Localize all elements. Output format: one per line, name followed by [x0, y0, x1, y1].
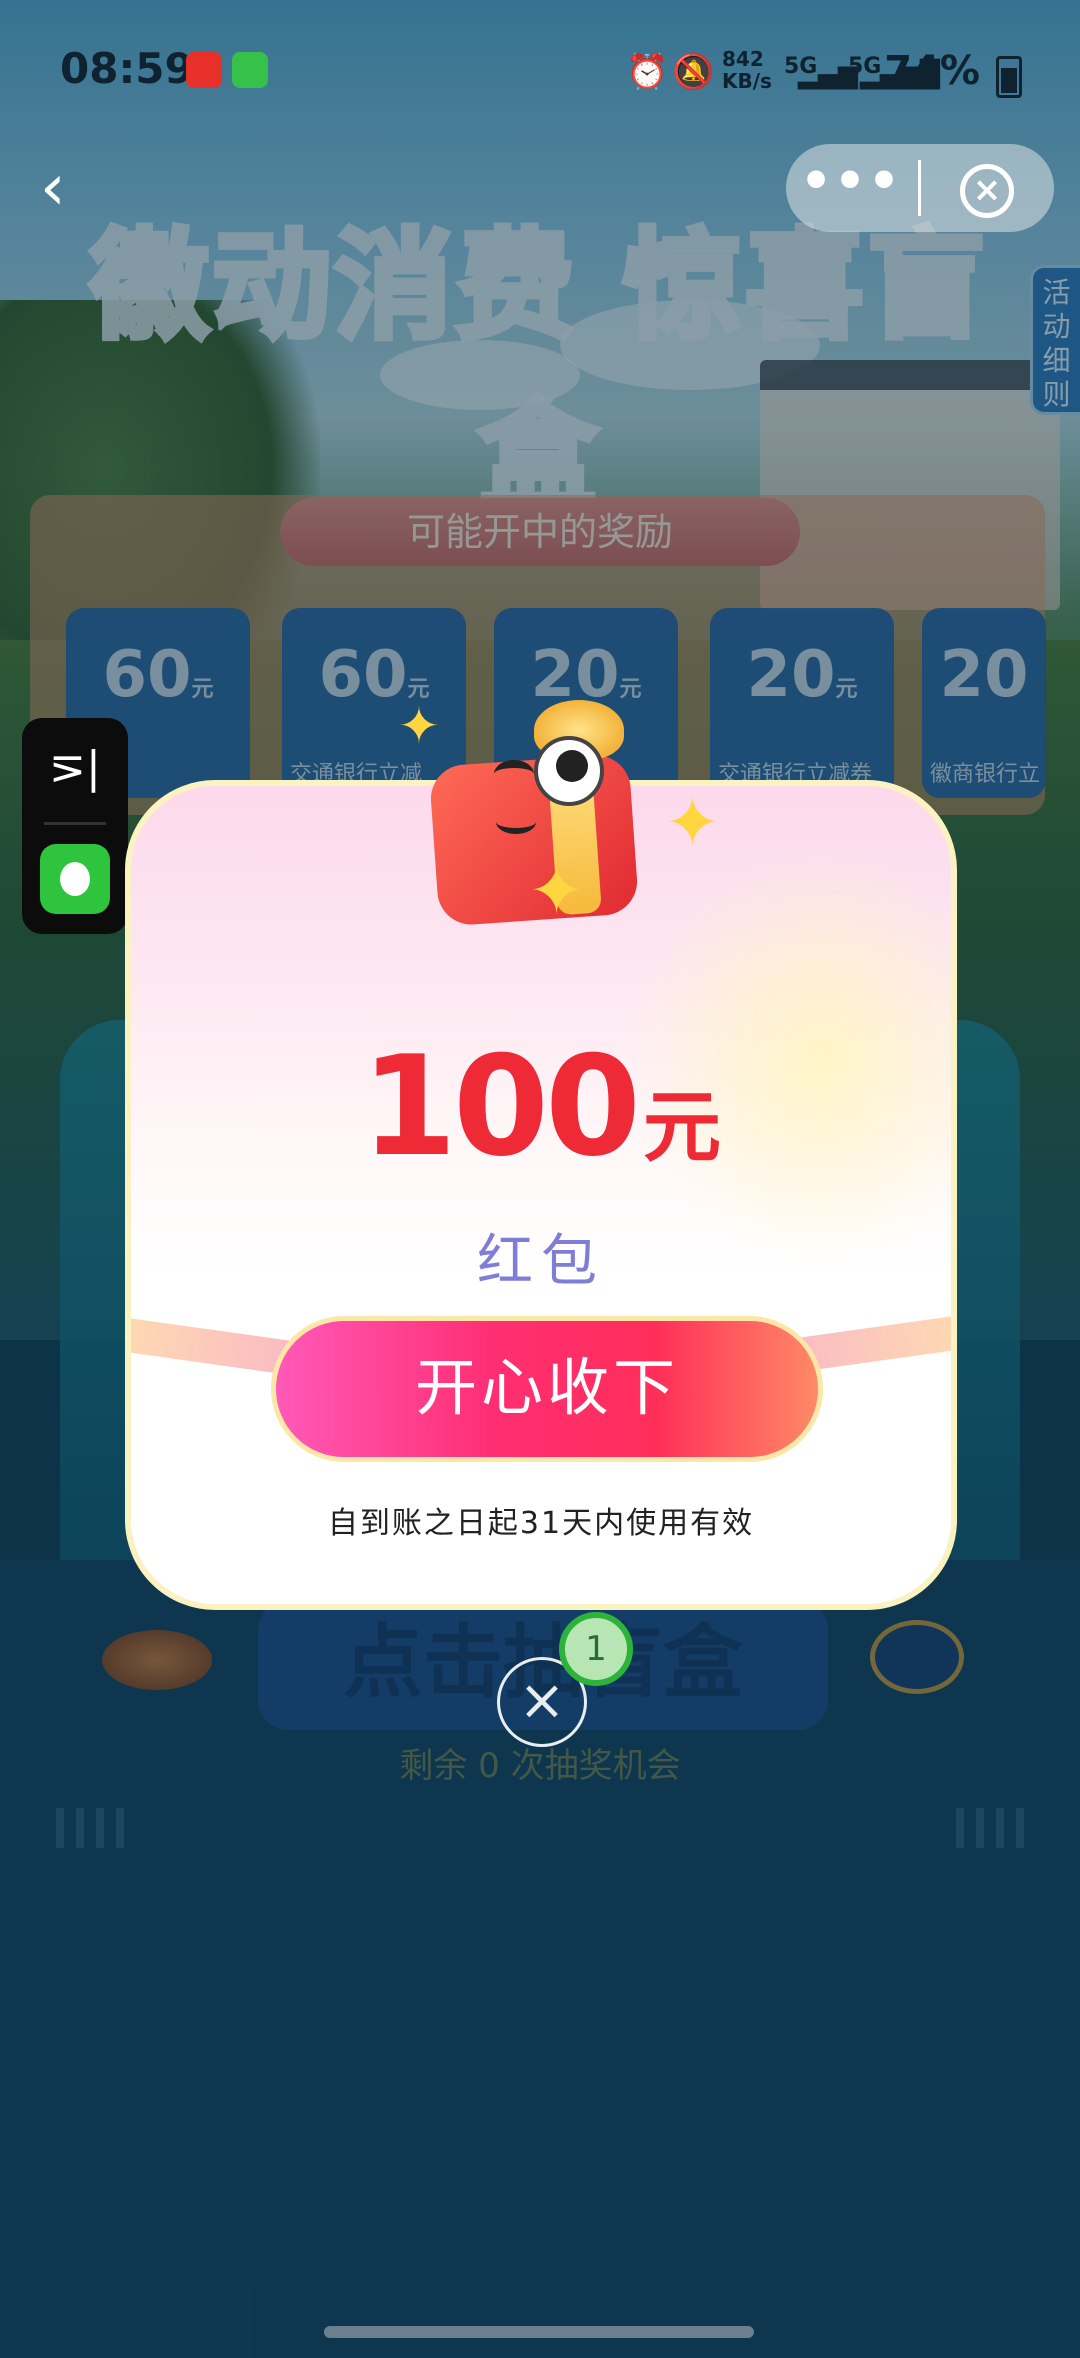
capsule-divider — [918, 160, 921, 216]
touch-marker: 1 — [543, 1596, 649, 1702]
reward-type: 红包 — [477, 1229, 605, 1294]
green-app-icon[interactable] — [40, 844, 110, 914]
validity-note: 自到账之日起31天内使用有效 — [327, 1506, 755, 1541]
reward-amount: 100元 — [131, 1026, 951, 1187]
net-speed: 842 KB/s — [722, 48, 772, 92]
back-icon[interactable]: ‹ — [40, 156, 90, 220]
battery-icon — [996, 56, 1022, 98]
smile — [496, 810, 536, 834]
close-circle-icon[interactable]: × — [960, 164, 1014, 218]
status-time: 08:59 — [60, 44, 194, 93]
sparkle-star-icon: ✦ — [528, 852, 585, 931]
mute-bell-icon: 🔕 — [672, 52, 715, 92]
claim-button[interactable]: 开心收下 — [271, 1316, 823, 1462]
reward-amount-unit: 元 — [643, 1083, 722, 1173]
notification-app-icon — [186, 52, 222, 88]
wink-eye — [494, 760, 534, 788]
notification-app-icon — [232, 52, 268, 88]
net-speed-unit: KB/s — [722, 69, 772, 93]
alarm-icon: ⏰ — [626, 52, 669, 92]
battery-percent: 74% — [884, 48, 980, 94]
status-bar: 08:59 ⏰ 🔕 842 KB/s 5G ▂▄▆ 5G ▂▄▆█ 74% — [0, 0, 1080, 140]
sparkle-star-icon: ✦ — [664, 784, 721, 863]
net-speed-value: 842 — [722, 47, 764, 71]
home-indicator[interactable] — [324, 2326, 754, 2338]
more-dots-icon[interactable]: ••• — [786, 144, 916, 232]
sparkle-star-icon: ✦ — [398, 697, 440, 755]
split-screen-icon[interactable]: ⋝| — [44, 738, 106, 802]
reward-amount-value: 100 — [360, 1026, 641, 1187]
floating-widget[interactable]: ⋝| — [22, 718, 128, 934]
open-eye — [534, 736, 604, 806]
divider — [44, 822, 106, 825]
